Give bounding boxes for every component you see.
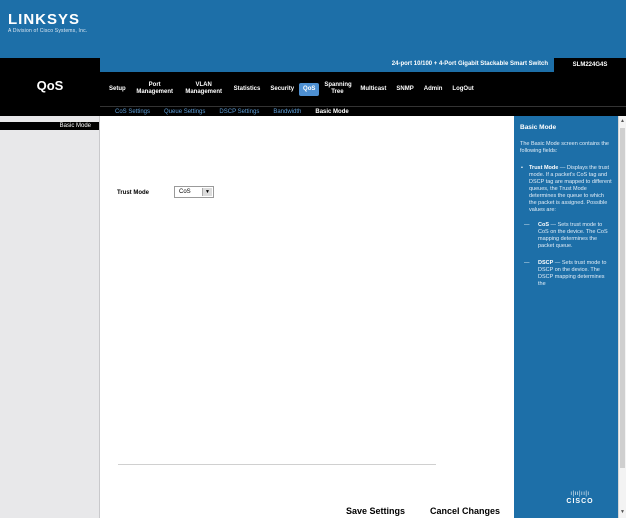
logo-tagline: A Division of Cisco Systems, Inc. [8, 28, 88, 34]
section-header: QoS [0, 58, 100, 116]
nav-statistics[interactable]: Statistics [229, 86, 266, 93]
help-item-text: Displays the trust mode. If a packet's C… [529, 165, 612, 213]
linksys-logo: LINKSYS A Division of Cisco Systems, Inc… [8, 12, 87, 34]
cisco-bars-icon: ı|ıı|ıı|ı [570, 491, 590, 497]
side-item-basic-mode[interactable]: Basic Mode [0, 122, 99, 130]
help-list: Trust Mode — Displays the trust mode. If… [520, 165, 612, 288]
scroll-up-icon[interactable]: ▲ [619, 118, 626, 125]
scroll-down-icon[interactable]: ▼ [619, 509, 626, 516]
side-menu: Basic Mode [0, 116, 100, 518]
sub-nav: CoS Settings Queue Settings DSCP Setting… [100, 106, 626, 116]
help-item-text: Sets trust mode to CoS on the device. Th… [538, 222, 608, 249]
subnav-dscp-settings[interactable]: DSCP Settings [212, 109, 266, 115]
help-title: Basic Mode [520, 124, 557, 131]
nav-admin[interactable]: Admin [419, 86, 448, 93]
subnav-basic-mode[interactable]: Basic Mode [308, 109, 355, 115]
page-title: QoS [36, 78, 64, 93]
help-panel: Basic Mode The Basic Mode screen contain… [514, 116, 618, 518]
scroll-thumb[interactable] [620, 128, 625, 468]
nav-security[interactable]: Security [265, 86, 299, 93]
nav-spanning-tree[interactable]: Spanning Tree [319, 82, 355, 96]
logo-wordmark: LINKSYS [8, 11, 81, 28]
main-content: Trust Mode CoS ▼ Save Settings Cancel Ch… [100, 116, 514, 518]
subnav-bandwidth[interactable]: Bandwidth [266, 109, 308, 115]
save-button[interactable]: Save Settings [346, 506, 405, 516]
device-title: 24-port 10/100 + 4-Port Gigabit Stackabl… [391, 61, 548, 67]
nav-qos[interactable]: QoS [299, 82, 320, 96]
nav-logout[interactable]: LogOut [447, 86, 478, 93]
header-band: LINKSYS A Division of Cisco Systems, Inc… [0, 0, 626, 58]
nav-snmp[interactable]: SNMP [391, 86, 418, 93]
help-item-title: Trust Mode [529, 165, 559, 171]
device-model: SLM224G4S [554, 58, 626, 72]
help-item-cos: CoS — Sets trust mode to CoS on the devi… [520, 222, 612, 250]
nav-multicast[interactable]: Multicast [355, 86, 391, 93]
trust-mode-value: CoS [179, 189, 191, 195]
subnav-cos-settings[interactable]: CoS Settings [108, 109, 157, 115]
device-strip: 24-port 10/100 + 4-Port Gigabit Stackabl… [100, 58, 554, 72]
help-item-trust-mode: Trust Mode — Displays the trust mode. If… [520, 165, 612, 214]
nav-port-management[interactable]: Port Management [131, 82, 179, 96]
chevron-down-icon: ▼ [202, 188, 212, 196]
nav-setup[interactable]: Setup [104, 86, 131, 93]
nav-vlan-management[interactable]: VLAN Management [179, 82, 229, 96]
help-intro: The Basic Mode screen contains the follo… [520, 141, 609, 154]
subnav-queue-settings[interactable]: Queue Settings [157, 109, 212, 115]
trust-mode-label: Trust Mode [117, 190, 150, 196]
help-item-dscp: DSCP — Sets trust mode to DSCP on the de… [520, 260, 612, 288]
help-item-title: CoS [538, 222, 549, 228]
help-scrollbar[interactable]: ▲ ▼ [618, 116, 626, 518]
cisco-logo: ı|ıı|ıı|ı CISCO [552, 491, 608, 506]
cancel-button[interactable]: Cancel Changes [430, 506, 500, 516]
main-nav: Setup Port Management VLAN Management St… [100, 72, 626, 106]
divider [118, 464, 436, 465]
cisco-wordmark: CISCO [566, 498, 594, 505]
trust-mode-select[interactable]: CoS ▼ [174, 186, 214, 198]
help-item-title: DSCP [538, 260, 554, 266]
